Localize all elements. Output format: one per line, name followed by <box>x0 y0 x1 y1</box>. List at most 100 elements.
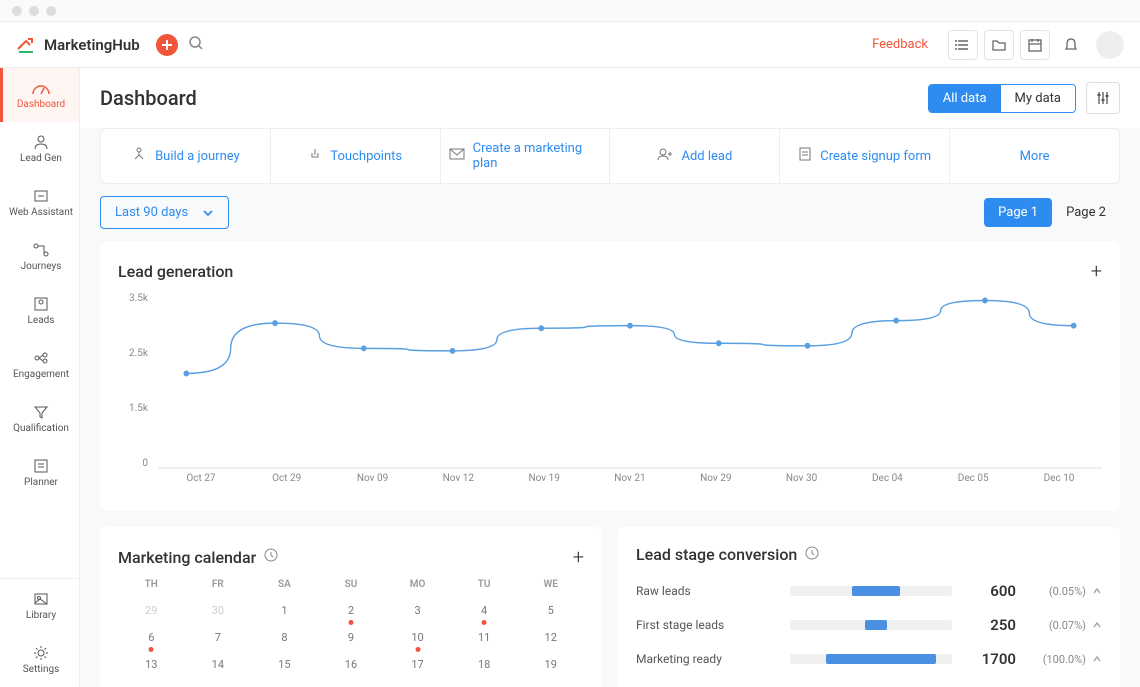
user-card-icon <box>32 296 50 312</box>
mail-icon <box>449 148 465 164</box>
action-signup-form[interactable]: Create signup form <box>780 129 950 183</box>
calendar-day[interactable]: 9 <box>318 631 385 644</box>
people-icon <box>32 134 50 150</box>
event-dot-icon <box>482 620 487 625</box>
date-range-dropdown[interactable]: Last 90 days <box>100 196 229 229</box>
chrome-max-dot[interactable] <box>46 6 56 16</box>
funnel-icon <box>32 404 50 420</box>
stage-label: Marketing ready <box>636 652 776 666</box>
calendar-day[interactable]: 3 <box>384 604 451 617</box>
stage-row: First stage leads250(0.07%) <box>636 608 1102 642</box>
avatar[interactable] <box>1096 31 1124 59</box>
leadgen-chart: 3.5k 2.5k 1.5k 0 Oct 27Oct 29Nov 09Nov 1… <box>118 293 1102 493</box>
view-settings-button[interactable] <box>1086 82 1120 114</box>
sidebar-item-planner[interactable]: Planner <box>0 446 79 500</box>
bell-icon-button[interactable] <box>1056 30 1086 60</box>
toggle-my-data[interactable]: My data <box>1001 85 1075 112</box>
clock-icon <box>264 548 278 566</box>
stage-row: Marketing engaged300(100.0%) <box>636 676 1102 687</box>
calendar-add-button[interactable]: + <box>573 545 584 569</box>
action-more[interactable]: More <box>950 129 1119 183</box>
calendar-day[interactable]: 29 <box>118 604 185 617</box>
calendar-day[interactable]: 11 <box>451 631 518 644</box>
tab-page-1[interactable]: Page 1 <box>984 198 1052 227</box>
stage-label: Raw leads <box>636 584 776 598</box>
logo[interactable]: MarketingHub <box>16 35 140 55</box>
leadgen-title: Lead generation <box>118 262 233 281</box>
line-chart-svg <box>158 293 1102 469</box>
action-marketing-plan[interactable]: Create a marketing plan <box>441 129 611 183</box>
calendar-day[interactable]: 7 <box>185 631 252 644</box>
calendar-day[interactable]: 15 <box>251 658 318 671</box>
calendar-header: WE <box>517 579 584 590</box>
calendar-day[interactable]: 14 <box>185 658 252 671</box>
sidebar-item-journeys[interactable]: Journeys <box>0 230 79 284</box>
data-toggle: All data My data <box>928 84 1076 113</box>
app-name: MarketingHub <box>44 36 140 54</box>
calendar-day[interactable]: 4 <box>451 604 518 617</box>
chrome-close-dot[interactable] <box>12 6 22 16</box>
calendar-header: FR <box>185 579 252 590</box>
calendar-day[interactable]: 16 <box>318 658 385 671</box>
lead-generation-card: Lead generation + 3.5k 2.5k 1.5k 0 Oct 2… <box>100 241 1120 511</box>
action-touchpoints[interactable]: Touchpoints <box>271 129 441 183</box>
calendar-day[interactable]: 2 <box>318 604 385 617</box>
add-button[interactable] <box>156 34 178 56</box>
folder-icon-button[interactable] <box>984 30 1014 60</box>
calendar-icon <box>1027 37 1043 53</box>
main-area: Dashboard All data My data Build a journ… <box>80 68 1140 687</box>
sidebar-item-engagement[interactable]: Engagement <box>0 338 79 392</box>
page-tabs: Page 1 Page 2 <box>984 198 1120 227</box>
clock-icon <box>805 546 819 564</box>
calendar-day[interactable]: 12 <box>517 631 584 644</box>
calendar-day[interactable]: 17 <box>384 658 451 671</box>
sidebar-item-leads[interactable]: Leads <box>0 284 79 338</box>
chrome-min-dot[interactable] <box>29 6 39 16</box>
sidebar-item-dashboard[interactable]: Dashboard <box>0 68 79 122</box>
plus-icon <box>161 39 173 51</box>
calendar-day[interactable]: 6 <box>118 631 185 644</box>
toggle-all-data[interactable]: All data <box>929 85 1001 112</box>
action-build-journey[interactable]: Build a journey <box>101 129 271 183</box>
sidebar-item-qualification[interactable]: Qualification <box>0 392 79 446</box>
sidebar: Dashboard Lead Gen Web Assistant Journey… <box>0 68 80 687</box>
calendar-icon-button[interactable] <box>1020 30 1050 60</box>
calendar-title: Marketing calendar <box>118 548 256 567</box>
calendar-day[interactable]: 1 <box>251 604 318 617</box>
planner-icon <box>32 458 50 474</box>
add-user-icon <box>657 147 673 165</box>
tab-page-2[interactable]: Page 2 <box>1052 198 1120 227</box>
calendar-card: Marketing calendar + THFRSASUMOTUWE29301… <box>100 527 602 687</box>
sidebar-item-leadgen[interactable]: Lead Gen <box>0 122 79 176</box>
quick-actions: Build a journey Touchpoints Create a mar… <box>100 128 1120 184</box>
stage-bar <box>790 586 952 596</box>
calendar-day[interactable]: 8 <box>251 631 318 644</box>
chevron-up-icon[interactable] <box>1092 618 1102 633</box>
calendar-day[interactable]: 19 <box>517 658 584 671</box>
library-icon <box>32 591 50 607</box>
calendar-day[interactable]: 13 <box>118 658 185 671</box>
calendar-day[interactable]: 30 <box>185 604 252 617</box>
form-icon <box>798 147 812 165</box>
conversion-card: Lead stage conversion Raw leads600(0.05%… <box>618 527 1120 687</box>
list-icon-button[interactable] <box>948 30 978 60</box>
chevron-up-icon[interactable] <box>1092 652 1102 667</box>
calendar-header: SA <box>251 579 318 590</box>
logo-icon <box>16 35 36 55</box>
add-widget-button[interactable]: + <box>1091 259 1102 283</box>
calendar-day[interactable]: 5 <box>517 604 584 617</box>
gear-icon <box>32 645 50 661</box>
sidebar-item-settings[interactable]: Settings <box>0 633 79 687</box>
sidebar-item-library[interactable]: Library <box>0 579 79 633</box>
assistant-icon <box>32 188 50 204</box>
action-add-lead[interactable]: Add lead <box>610 129 780 183</box>
calendar-day[interactable]: 10 <box>384 631 451 644</box>
chevron-up-icon[interactable] <box>1092 584 1102 599</box>
feedback-link[interactable]: Feedback <box>872 37 928 52</box>
search-icon <box>188 35 204 51</box>
calendar-day[interactable]: 18 <box>451 658 518 671</box>
stage-percent: (0.07%) <box>1026 619 1086 632</box>
topbar: MarketingHub Feedback <box>0 22 1140 68</box>
sidebar-item-webassistant[interactable]: Web Assistant <box>0 176 79 230</box>
search-button[interactable] <box>188 35 204 55</box>
